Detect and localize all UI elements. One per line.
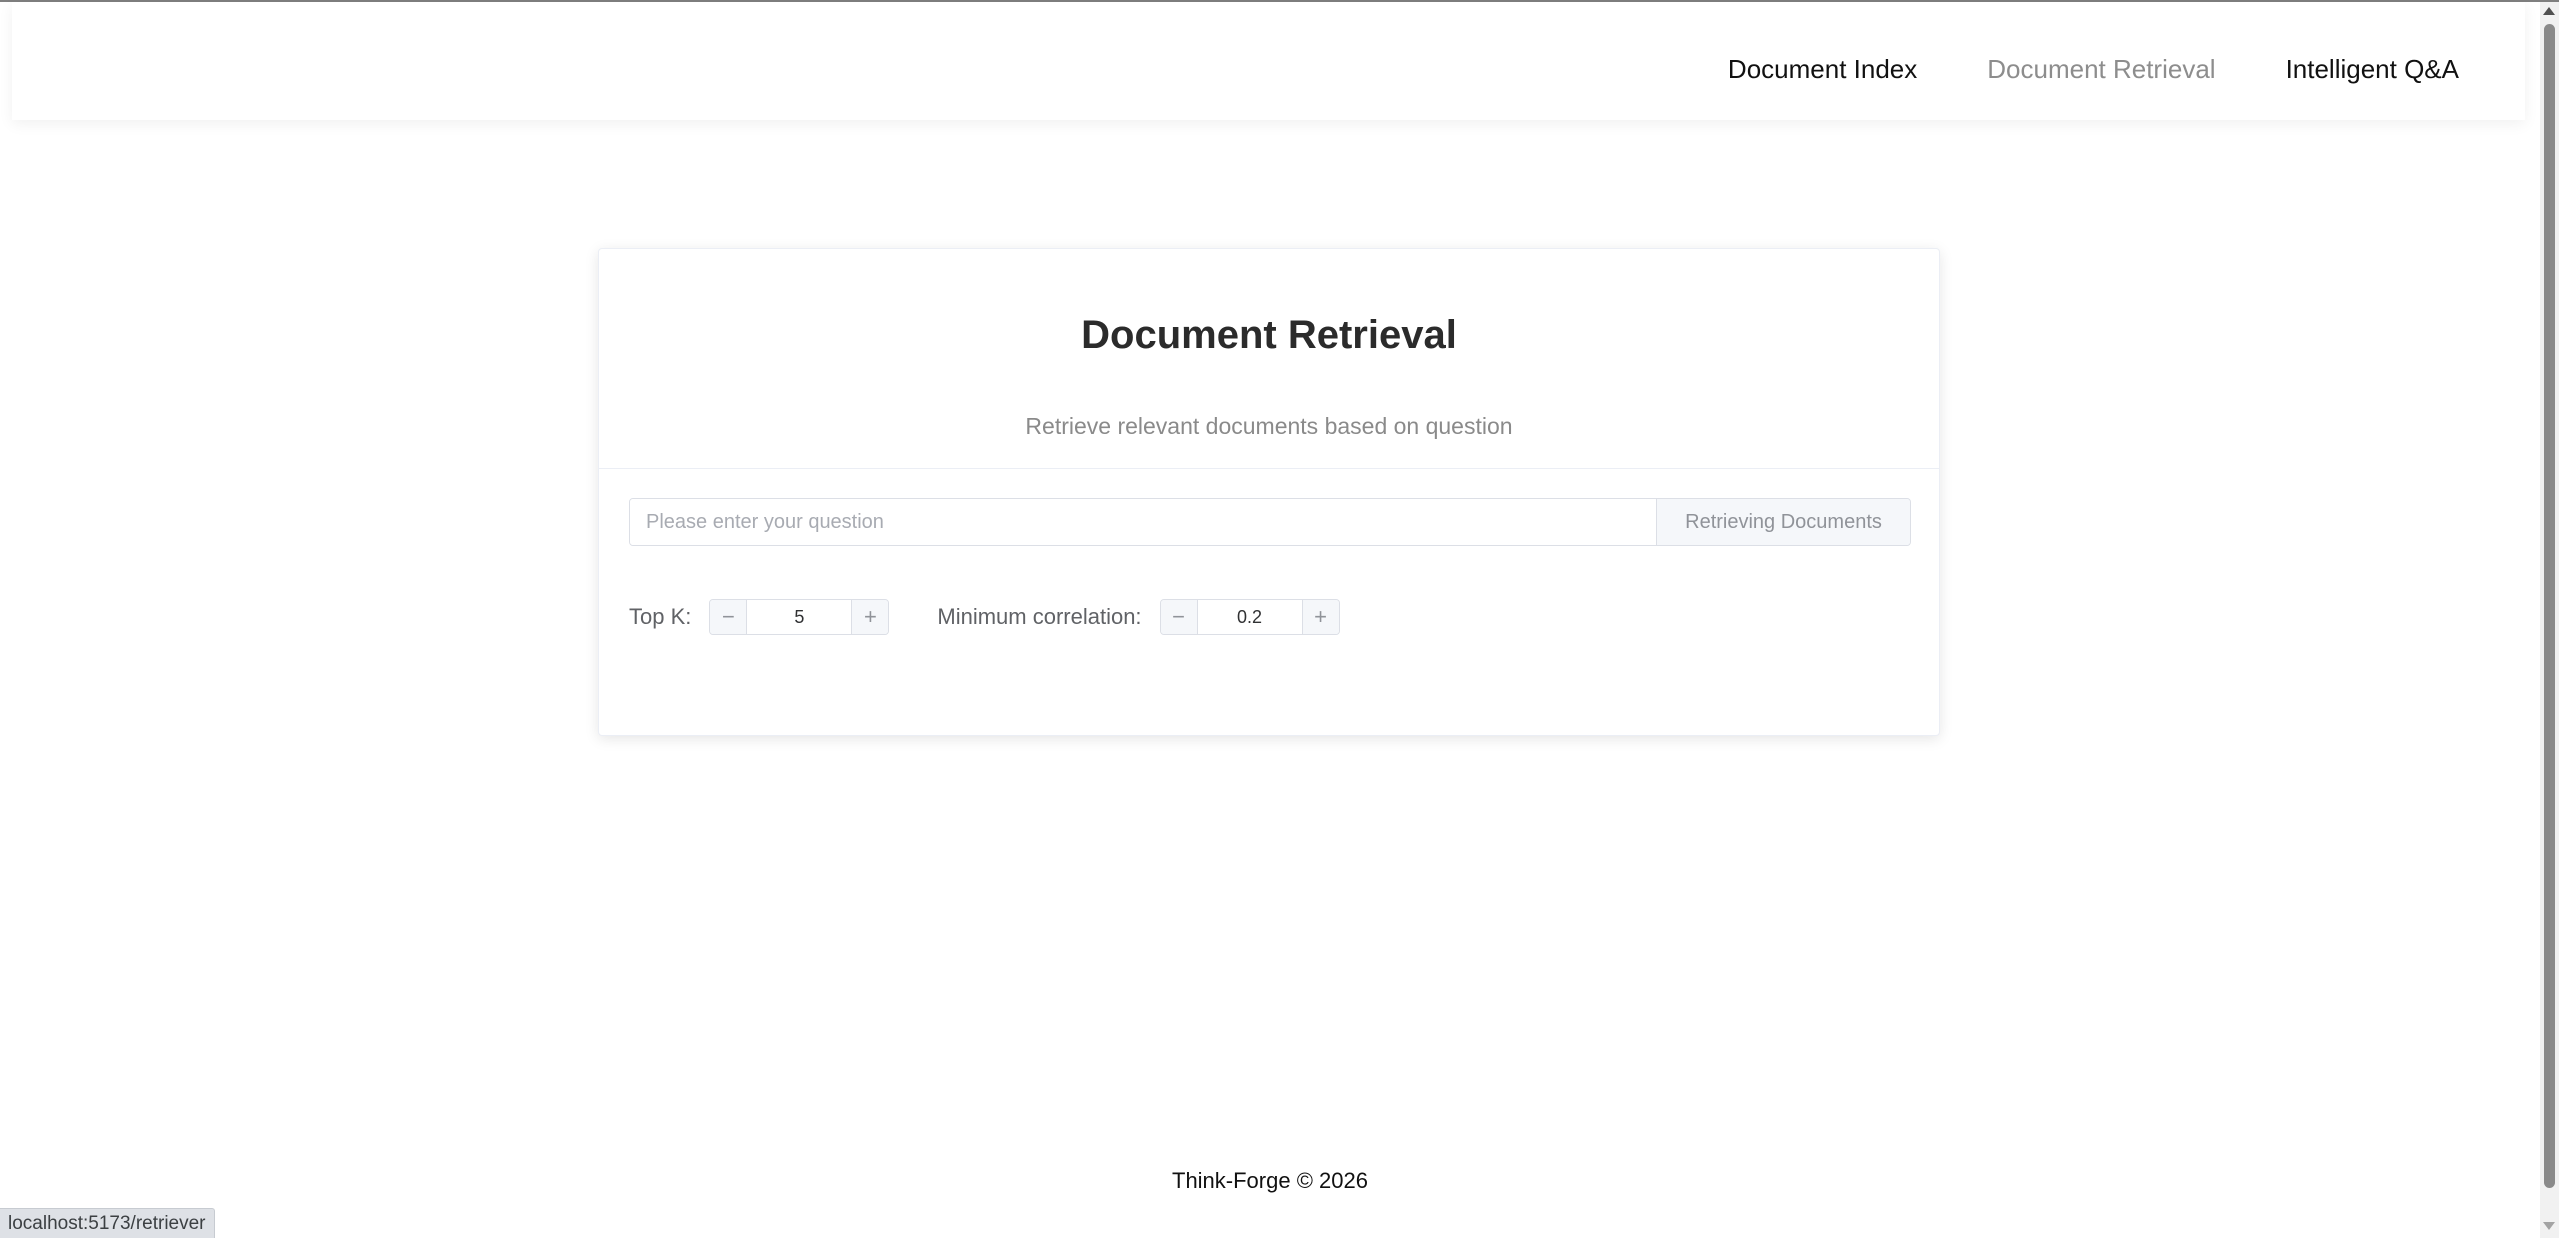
- retrieval-params: Top K: − + Minimum correlation: − +: [629, 599, 1388, 635]
- top-k-decrease-button[interactable]: −: [710, 600, 748, 634]
- min-correlation-input[interactable]: [1197, 600, 1302, 634]
- main-nav: Document Index Document Retrieval Intell…: [1728, 52, 2459, 86]
- nav-document-retrieval[interactable]: Document Retrieval: [1987, 52, 2215, 86]
- top-k-input[interactable]: [747, 600, 852, 634]
- scroll-down-arrow-icon[interactable]: [2543, 1222, 2555, 1230]
- link-preview-status: localhost:5173/retriever: [0, 1208, 215, 1238]
- scroll-thumb[interactable]: [2544, 24, 2555, 1188]
- min-correlation-decrease-button[interactable]: −: [1160, 600, 1198, 634]
- retrieve-button[interactable]: Retrieving Documents: [1656, 499, 1910, 545]
- nav-intelligent-qa[interactable]: Intelligent Q&A: [2286, 52, 2459, 86]
- retrieval-card: Document Retrieval Retrieve relevant doc…: [598, 248, 1940, 736]
- search-group: Retrieving Documents: [629, 498, 1911, 546]
- browser-viewport: Document Index Document Retrieval Intell…: [0, 0, 2559, 1238]
- page-title: Document Retrieval: [1081, 313, 1457, 357]
- top-k-label: Top K:: [629, 604, 692, 629]
- nav-document-index[interactable]: Document Index: [1728, 52, 1917, 86]
- top-k-increase-button[interactable]: +: [851, 600, 889, 634]
- top-header: Document Index Document Retrieval Intell…: [12, 2, 2525, 120]
- card-divider: [599, 468, 1939, 469]
- page-footer: Think-Forge © 2026: [1172, 1168, 1368, 1193]
- min-correlation-stepper: − +: [1159, 599, 1340, 635]
- vertical-scrollbar[interactable]: [2540, 2, 2559, 1238]
- question-input[interactable]: [630, 499, 1656, 545]
- min-correlation-increase-button[interactable]: +: [1301, 600, 1339, 634]
- top-k-stepper: − +: [709, 599, 890, 635]
- min-correlation-label: Minimum correlation:: [937, 604, 1142, 629]
- page-subtitle: Retrieve relevant documents based on que…: [1025, 413, 1513, 439]
- scroll-up-arrow-icon[interactable]: [2543, 7, 2555, 15]
